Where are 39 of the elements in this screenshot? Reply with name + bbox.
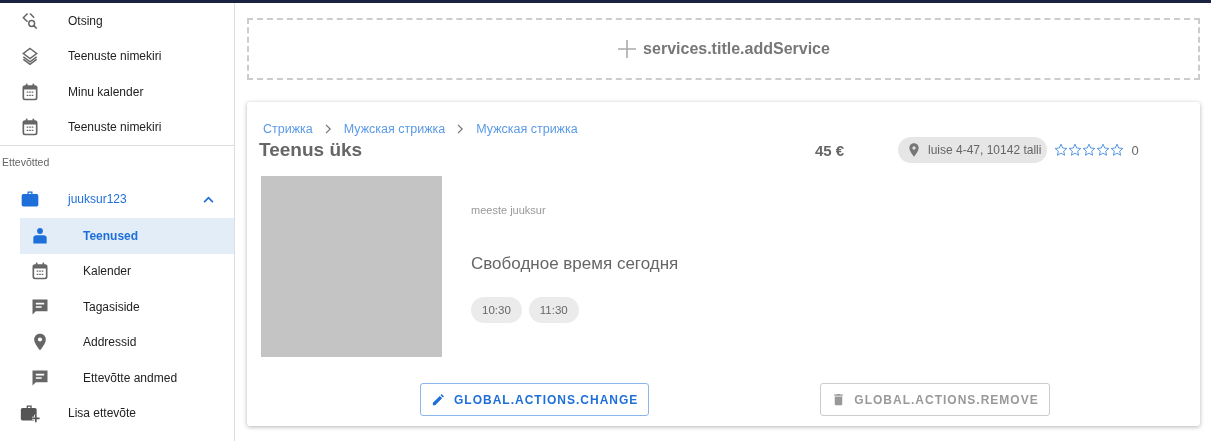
time-chip[interactable]: 11:30 <box>528 297 579 323</box>
price: 45 € <box>815 141 846 159</box>
service-title: Teenus üks <box>259 139 364 161</box>
calendar-icon <box>20 81 40 102</box>
sidebar-item[interactable]: Addressid <box>0 324 234 360</box>
breadcrumb-link[interactable]: Мужская стрижка <box>343 122 446 136</box>
breadcrumb-link[interactable]: Стрижка <box>263 122 313 136</box>
sidebar-item[interactable]: Teenuste nimekiri <box>0 109 234 145</box>
location-pin-icon <box>906 142 922 158</box>
sidebar-item[interactable]: Teenuste nimekiri <box>0 38 234 74</box>
briefcase-icon <box>20 189 40 209</box>
address-text: luise 4-47, 10142 talli <box>928 143 1042 157</box>
sidebar-item[interactable]: Minu kalender <box>0 74 234 110</box>
free-time-heading: Свободное время сегодня <box>471 254 679 274</box>
time-chip[interactable]: 10:30 <box>471 297 522 323</box>
briefcase-plus-icon <box>20 403 40 424</box>
sidebar-item[interactable]: Otsing <box>0 3 234 39</box>
person-icon <box>30 225 50 246</box>
change-button[interactable]: GLOBAL.ACTIONS.CHANGE <box>420 383 650 416</box>
section-label: Ettevõtted <box>1 155 51 170</box>
category-text: meeste juuksur <box>471 204 547 216</box>
calendar-icon <box>30 261 50 282</box>
chevron-right-icon <box>324 124 332 134</box>
sidebar-item[interactable]: Ettevõtte andmed <box>0 360 234 396</box>
sidebar-item[interactable]: Teenused <box>20 218 234 254</box>
chevron-icon[interactable] <box>203 195 214 203</box>
breadcrumb-link[interactable]: Мужская стрижка <box>476 122 578 136</box>
rating-count: 0 <box>1131 142 1139 158</box>
add-company-item[interactable]: Lisa ettevõte <box>0 395 234 431</box>
chevron-right-icon <box>457 124 465 134</box>
search-icon <box>20 10 40 31</box>
plus-icon <box>617 39 638 59</box>
layers-icon <box>20 46 40 67</box>
sidebar-item[interactable]: Tagasiside <box>0 289 234 325</box>
add-service-button[interactable]: services.title.addService <box>247 18 1200 80</box>
pencil-icon <box>431 392 446 407</box>
sidebar-item[interactable]: Kalender <box>0 253 234 289</box>
company-item[interactable]: juuksur123 <box>0 180 234 218</box>
calendar-icon <box>20 117 40 138</box>
